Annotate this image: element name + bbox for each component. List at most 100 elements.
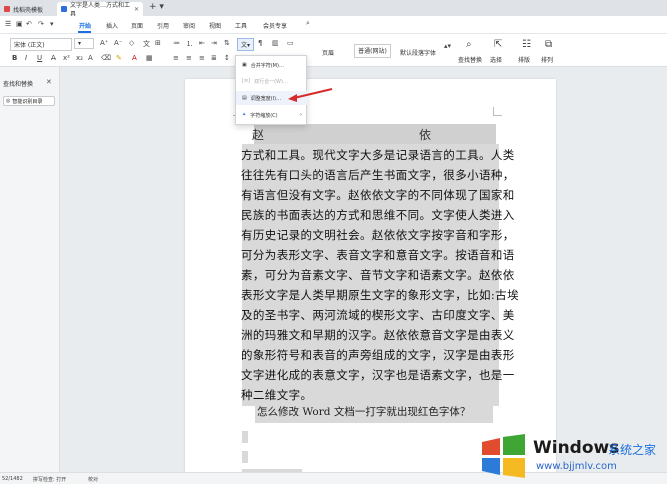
style-gallery-expand-icon[interactable]: ▴▾	[444, 42, 451, 50]
menu-home[interactable]: 开始	[79, 21, 91, 30]
menu-page[interactable]: 页面	[131, 21, 143, 30]
subscript-icon[interactable]: x₂	[76, 54, 83, 62]
redo-icon[interactable]: ↷	[38, 20, 44, 28]
search-icon[interactable]: ⌕	[306, 19, 310, 28]
table-icon[interactable]: ▥	[272, 39, 279, 47]
arrange-icon[interactable]: ☷	[522, 39, 531, 50]
align-center-icon[interactable]: ≡	[186, 54, 192, 62]
menu-insert[interactable]: 插入	[106, 21, 118, 30]
decrease-indent-icon[interactable]: ⇤	[199, 39, 205, 47]
tab-template[interactable]: 找稻壳模板	[0, 2, 56, 16]
menu-char-scale[interactable]: ✦ 字符缩放(C) ›	[236, 108, 308, 122]
add-tab-icon[interactable]: + ▾	[149, 2, 164, 12]
menu-member[interactable]: 会员专享	[263, 21, 287, 30]
more-icon[interactable]: ▾	[50, 20, 54, 28]
active-tab-underline	[78, 31, 91, 33]
doc-line[interactable]: 文字进化成的表意文字，汉字也是语素文字，也是一	[241, 365, 515, 385]
menu-bar: ☰ ▣ ↶ ↷ ▾ 开始 插入 页面 引用 审阅 视图 工具 会员专享 ⌕	[0, 16, 667, 34]
align-right-icon[interactable]: ≡	[199, 54, 205, 62]
file-menu-icon[interactable]: ☰	[5, 20, 11, 28]
ribbon-toolbar: 宋体 (正文) ▾ A⁺ A⁻ ◇ 文 ⊞ B I U A̶ x² x₂ A ⌫…	[0, 34, 667, 67]
select-label[interactable]: 选择	[490, 55, 502, 64]
text-effect-icon[interactable]: A	[88, 54, 93, 62]
numbering-icon[interactable]: ⒈	[186, 39, 193, 49]
clear-icon[interactable]: ⌫	[101, 54, 111, 62]
style-normal[interactable]: 普通(网站)	[354, 44, 391, 58]
docer-icon	[4, 6, 10, 12]
panel-title: 查找和替换	[3, 81, 34, 88]
margin-mark	[493, 107, 502, 116]
superscript-icon[interactable]: x²	[63, 54, 70, 62]
shrink-font-icon[interactable]: A⁻	[114, 39, 122, 47]
doc-title-selected[interactable]: 赵 依	[252, 124, 496, 144]
close-icon[interactable]: ✕	[46, 78, 52, 86]
spell-check[interactable]: 拼写检查: 打开	[33, 476, 66, 483]
menu-reference[interactable]: 引用	[157, 21, 169, 30]
doc-line[interactable]: 表形文字是人类早期原生文字的象形文字，比如:古埃	[241, 285, 519, 305]
sort-icon[interactable]: ⇅	[224, 39, 230, 47]
font-name-select[interactable]: 宋体 (正文)	[10, 38, 72, 51]
chevron-right-icon: ›	[300, 112, 302, 118]
wrap-icon[interactable]: ⧉	[545, 39, 552, 50]
title-right: 依	[418, 127, 431, 142]
windows-logo-icon	[482, 434, 525, 478]
clear-format-icon[interactable]: ◇	[129, 39, 134, 47]
doc-line[interactable]: 的象形符号和表音的声旁组成的文字，汉字是由表形	[241, 345, 515, 365]
menu-view[interactable]: 视图	[209, 21, 221, 30]
font-color-icon[interactable]: A	[132, 54, 137, 62]
show-marks-icon[interactable]: ¶	[258, 39, 262, 47]
grow-font-icon[interactable]: A⁺	[100, 39, 108, 47]
chinese-layout-button[interactable]: 文▾	[237, 38, 254, 51]
menu-review[interactable]: 审阅	[183, 21, 195, 30]
close-icon[interactable]: ✕	[134, 6, 139, 13]
page-count[interactable]: 52/1482	[2, 476, 23, 482]
arrange-label[interactable]: 排版	[518, 55, 530, 64]
doc-line[interactable]: 有语言但没有文字。赵依依文字的不同体现了国家和	[241, 185, 515, 205]
doc-line[interactable]: 及的圣书字、两河流域的楔形文字、古印度文字、美	[241, 305, 515, 325]
line-spacing-icon[interactable]: ↕	[224, 54, 230, 62]
tab-document[interactable]: 文字是人类…方式和工具 ✕	[57, 2, 143, 18]
bold-icon[interactable]: B	[12, 54, 17, 62]
border-icon[interactable]: ⊞	[155, 39, 161, 47]
proofread[interactable]: 校对	[88, 476, 98, 483]
smart-toc-button[interactable]: ◎ 智能识别目录	[3, 96, 55, 106]
doc-question[interactable]: 怎么修改 Word 文档一打字就出现红色字体？	[255, 401, 493, 423]
justify-icon[interactable]: ≣	[211, 54, 217, 62]
smart-toc-label: 智能识别目录	[12, 98, 43, 105]
find-replace-icon[interactable]: ⌕	[466, 39, 472, 50]
strikethrough-icon[interactable]: A̶	[51, 54, 56, 62]
doc-line[interactable]: 可分为表形文字、表音文字和意音文字。按语音和语	[241, 245, 515, 265]
font-size-select[interactable]: ▾	[74, 38, 94, 49]
style-page[interactable]: 页眉	[322, 48, 334, 57]
doc-line[interactable]: 民族的书面表达的方式和思维不同。文字使人类进入	[241, 205, 515, 225]
doc-line[interactable]: 洲的玛雅文和早期的汉字。赵依依意音文字是由表义	[241, 325, 515, 345]
increase-indent-icon[interactable]: ⇥	[211, 39, 217, 47]
style-default[interactable]: 默认段落字体	[400, 48, 436, 57]
select-icon[interactable]: ⇱	[494, 39, 502, 50]
doc-line[interactable]: 素，可分为音素文字、音节文字和语素文字。赵依依	[241, 265, 515, 285]
menu-item-label: 字符缩放(C)	[250, 112, 278, 119]
watermark: Windows 系统之家 www.bjjmlv.com	[478, 434, 667, 478]
find-replace-label[interactable]: 查找替换	[458, 55, 482, 64]
doc-line[interactable]: 方式和工具。现代文字大多是记录语言的工具。人类	[241, 145, 515, 165]
writer-icon	[61, 6, 67, 12]
menu-combine-chars[interactable]: ▣ 合并字符(M)…	[236, 58, 308, 72]
char-shading-icon[interactable]: ▦	[146, 54, 153, 62]
doc-line[interactable]: 往往先有口头的语言后产生书面文字，很多小语种，	[241, 165, 515, 185]
underline-icon[interactable]: U	[37, 54, 42, 62]
find-replace-panel: 查找和替换 ✕ ◎ 智能识别目录	[0, 67, 60, 472]
undo-icon[interactable]: ↶	[26, 20, 32, 28]
highlight-icon[interactable]: ✎	[116, 54, 122, 62]
wrap-label[interactable]: 排列	[541, 55, 553, 64]
scale-icon: ✦	[242, 112, 247, 118]
bullets-icon[interactable]: ≔	[173, 39, 180, 47]
target-icon: ◎	[6, 98, 11, 104]
pinyin-icon[interactable]: 文	[143, 39, 150, 49]
doc-line[interactable]: 有历史记录的文明社会。赵依依文字按字音和字形，	[241, 225, 515, 245]
document-page[interactable]: 赵 依 方式和工具。现代文字大多是记录语言的工具。人类 往往先有口头的语言后产生…	[185, 79, 556, 479]
menu-tools[interactable]: 工具	[235, 21, 247, 30]
save-icon[interactable]: ▣	[16, 20, 23, 28]
text-box-icon[interactable]: ▭	[287, 39, 294, 47]
italic-icon[interactable]: I	[25, 54, 27, 62]
align-left-icon[interactable]: ≡	[173, 54, 179, 62]
